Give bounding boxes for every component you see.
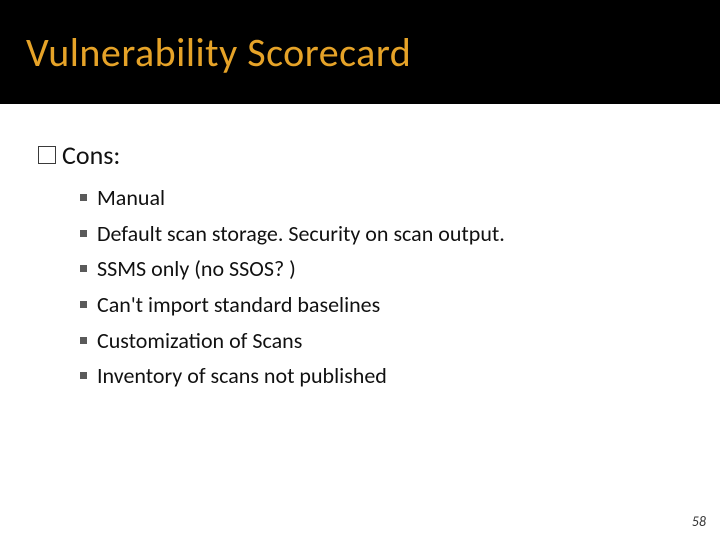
slide-content: Cons: Manual Default scan storage. Secur… [0, 104, 720, 391]
list-item: Default scan storage. Security on scan o… [80, 219, 682, 249]
bullet-text: Customization of Scans [97, 326, 302, 356]
list-item: Customization of Scans [80, 326, 682, 356]
page-number: 58 [692, 513, 706, 530]
bullet-text: SSMS only (no SSOS? ) [97, 254, 296, 284]
list-item: Manual [80, 183, 682, 213]
square-icon [80, 301, 87, 308]
square-icon [80, 194, 87, 201]
square-outline-icon [38, 146, 56, 164]
bullet-text: Default scan storage. Security on scan o… [97, 219, 505, 249]
bullet-text: Can't import standard baselines [97, 290, 380, 320]
list-item: Can't import standard baselines [80, 290, 682, 320]
square-icon [80, 372, 87, 379]
section-label: Cons: [62, 139, 120, 171]
slide-title: Vulnerability Scorecard [26, 28, 411, 77]
square-icon [80, 265, 87, 272]
square-icon [80, 337, 87, 344]
list-item: Inventory of scans not published [80, 361, 682, 391]
bullet-text: Inventory of scans not published [97, 361, 387, 391]
title-bar: Vulnerability Scorecard [0, 0, 720, 104]
square-icon [80, 230, 87, 237]
bullet-text: Manual [97, 183, 165, 213]
section-row: Cons: [38, 139, 682, 171]
bullet-list: Manual Default scan storage. Security on… [80, 183, 682, 391]
list-item: SSMS only (no SSOS? ) [80, 254, 682, 284]
